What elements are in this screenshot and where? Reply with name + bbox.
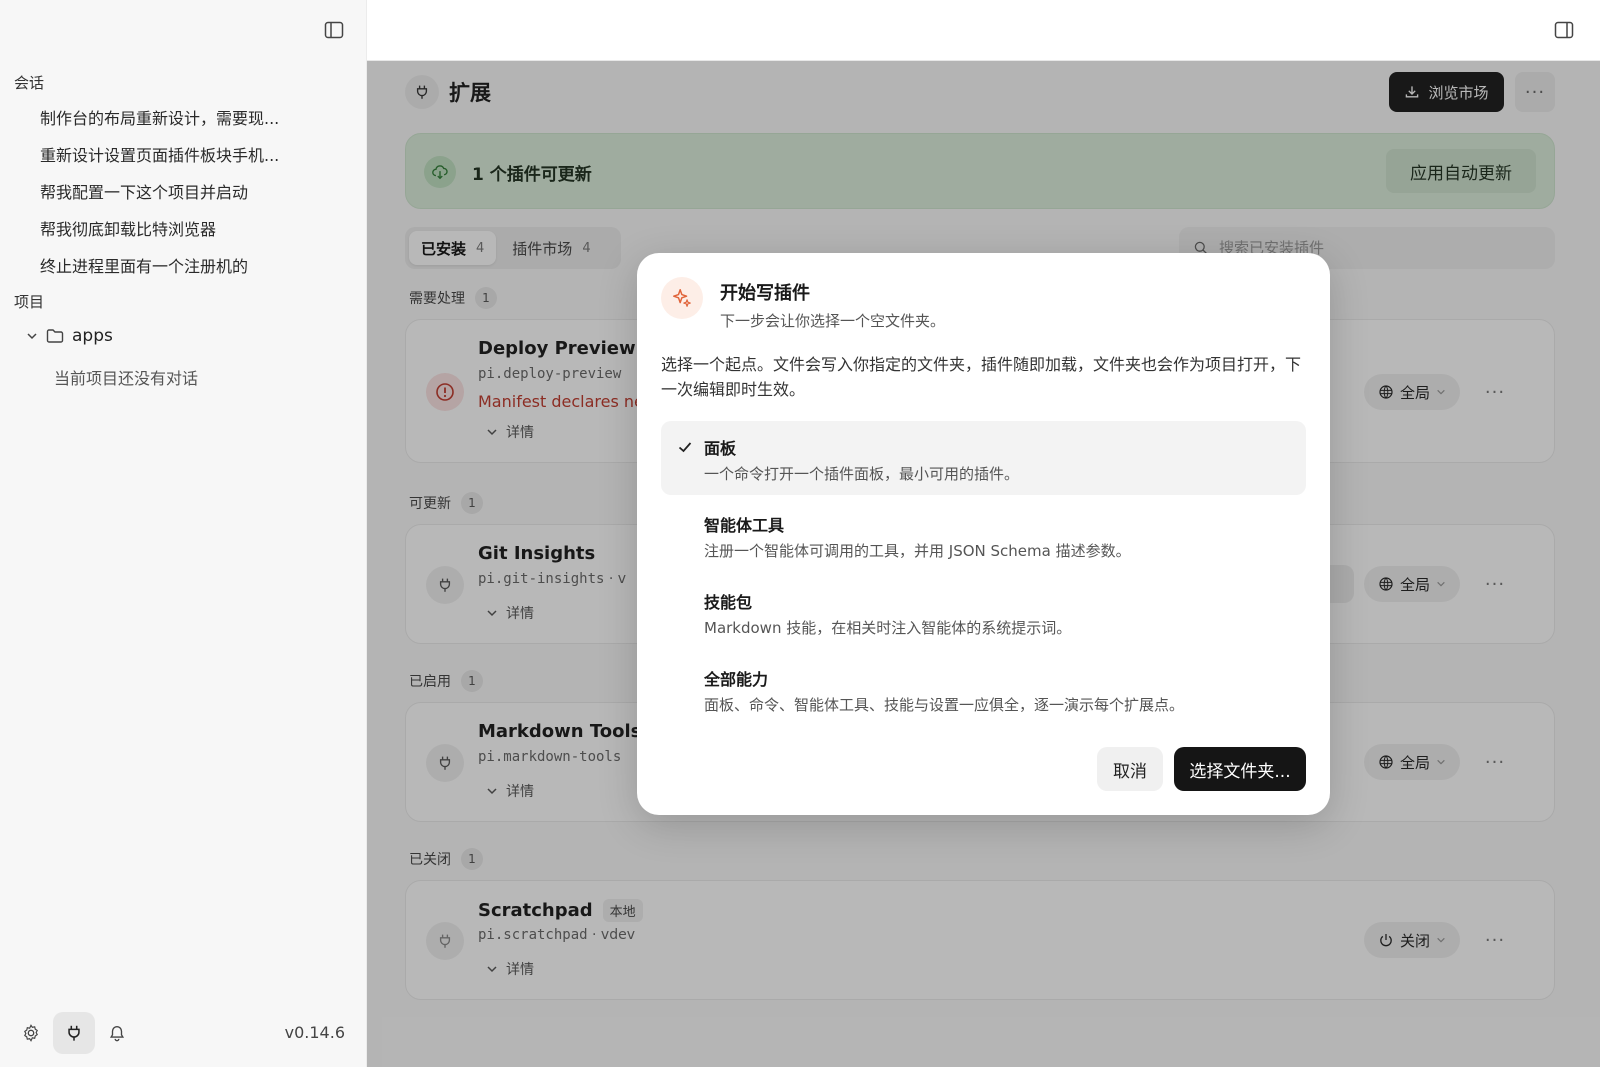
project-name: apps: [72, 326, 113, 346]
session-item[interactable]: 重新设计设置页面插件板块手机...: [40, 142, 340, 166]
dialog-title: 开始写插件: [720, 283, 810, 304]
option-description: 注册一个智能体可调用的工具，并用 JSON Schema 描述参数。: [704, 542, 1131, 560]
option-title: 技能包: [704, 593, 753, 612]
sidebar: 会话 制作台的布局重新设计，需要现... 重新设计设置页面插件板块手机... 帮…: [0, 0, 367, 1067]
dialog-subtitle: 下一步会让你选择一个空文件夹。: [720, 312, 946, 330]
top-bar: [367, 0, 1600, 61]
template-option-all[interactable]: 全部能力 面板、命令、智能体工具、技能与设置一应俱全，逐一演示每个扩展点。: [661, 652, 1306, 726]
projects-label: 项目: [14, 293, 45, 311]
template-option-agent-tool[interactable]: 智能体工具 注册一个智能体可调用的工具，并用 JSON Schema 描述参数。: [661, 498, 1306, 572]
project-apps[interactable]: apps: [26, 326, 113, 346]
session-item[interactable]: 帮我配置一下这个项目并启动: [40, 179, 340, 203]
notifications-button[interactable]: [96, 1012, 138, 1054]
sparkle-icon: [661, 277, 703, 319]
option-title: 全部能力: [704, 670, 769, 689]
session-item[interactable]: 制作台的布局重新设计，需要现...: [40, 105, 340, 129]
plug-icon: [65, 1024, 83, 1042]
option-description: 一个命令打开一个插件面板，最小可用的插件。: [704, 465, 1020, 483]
sidebar-footer: v0.14.6: [0, 1012, 367, 1056]
choose-folder-button[interactable]: 选择文件夹...: [1174, 747, 1306, 791]
option-description: Markdown 技能，在相关时注入智能体的系统提示词。: [704, 619, 1072, 637]
template-option-skill-pack[interactable]: 技能包 Markdown 技能，在相关时注入智能体的系统提示词。: [661, 575, 1306, 649]
bell-icon: [108, 1024, 126, 1042]
dialog-description: 选择一个起点。文件会写入你指定的文件夹，插件随即加载，文件夹也会作为项目打开，下…: [661, 355, 1302, 399]
check-icon: [677, 439, 693, 455]
folder-icon: [46, 328, 64, 344]
right-panel-toggle-icon[interactable]: [1554, 20, 1576, 42]
new-plugin-dialog: 开始写插件 下一步会让你选择一个空文件夹。 选择一个起点。文件会写入你指定的文件…: [637, 253, 1330, 815]
template-option-panel[interactable]: 面板 一个命令打开一个插件面板，最小可用的插件。: [661, 421, 1306, 495]
session-item[interactable]: 终止进程里面有一个注册机的: [40, 253, 340, 277]
extensions-button[interactable]: [53, 1012, 95, 1054]
option-title: 面板: [704, 439, 737, 458]
project-empty-text: 当前项目还没有对话: [54, 369, 199, 388]
session-item[interactable]: 帮我彻底卸载比特浏览器: [40, 216, 340, 240]
sessions-label: 会话: [14, 74, 45, 92]
cancel-button[interactable]: 取消: [1097, 747, 1163, 791]
settings-button[interactable]: [10, 1012, 52, 1054]
gear-icon: [22, 1024, 40, 1042]
chevron-down-icon: [26, 330, 38, 342]
option-title: 智能体工具: [704, 516, 785, 535]
option-description: 面板、命令、智能体工具、技能与设置一应俱全，逐一演示每个扩展点。: [704, 696, 1185, 714]
sidebar-toggle-icon[interactable]: [324, 20, 346, 42]
app-version: v0.14.6: [284, 1023, 345, 1042]
